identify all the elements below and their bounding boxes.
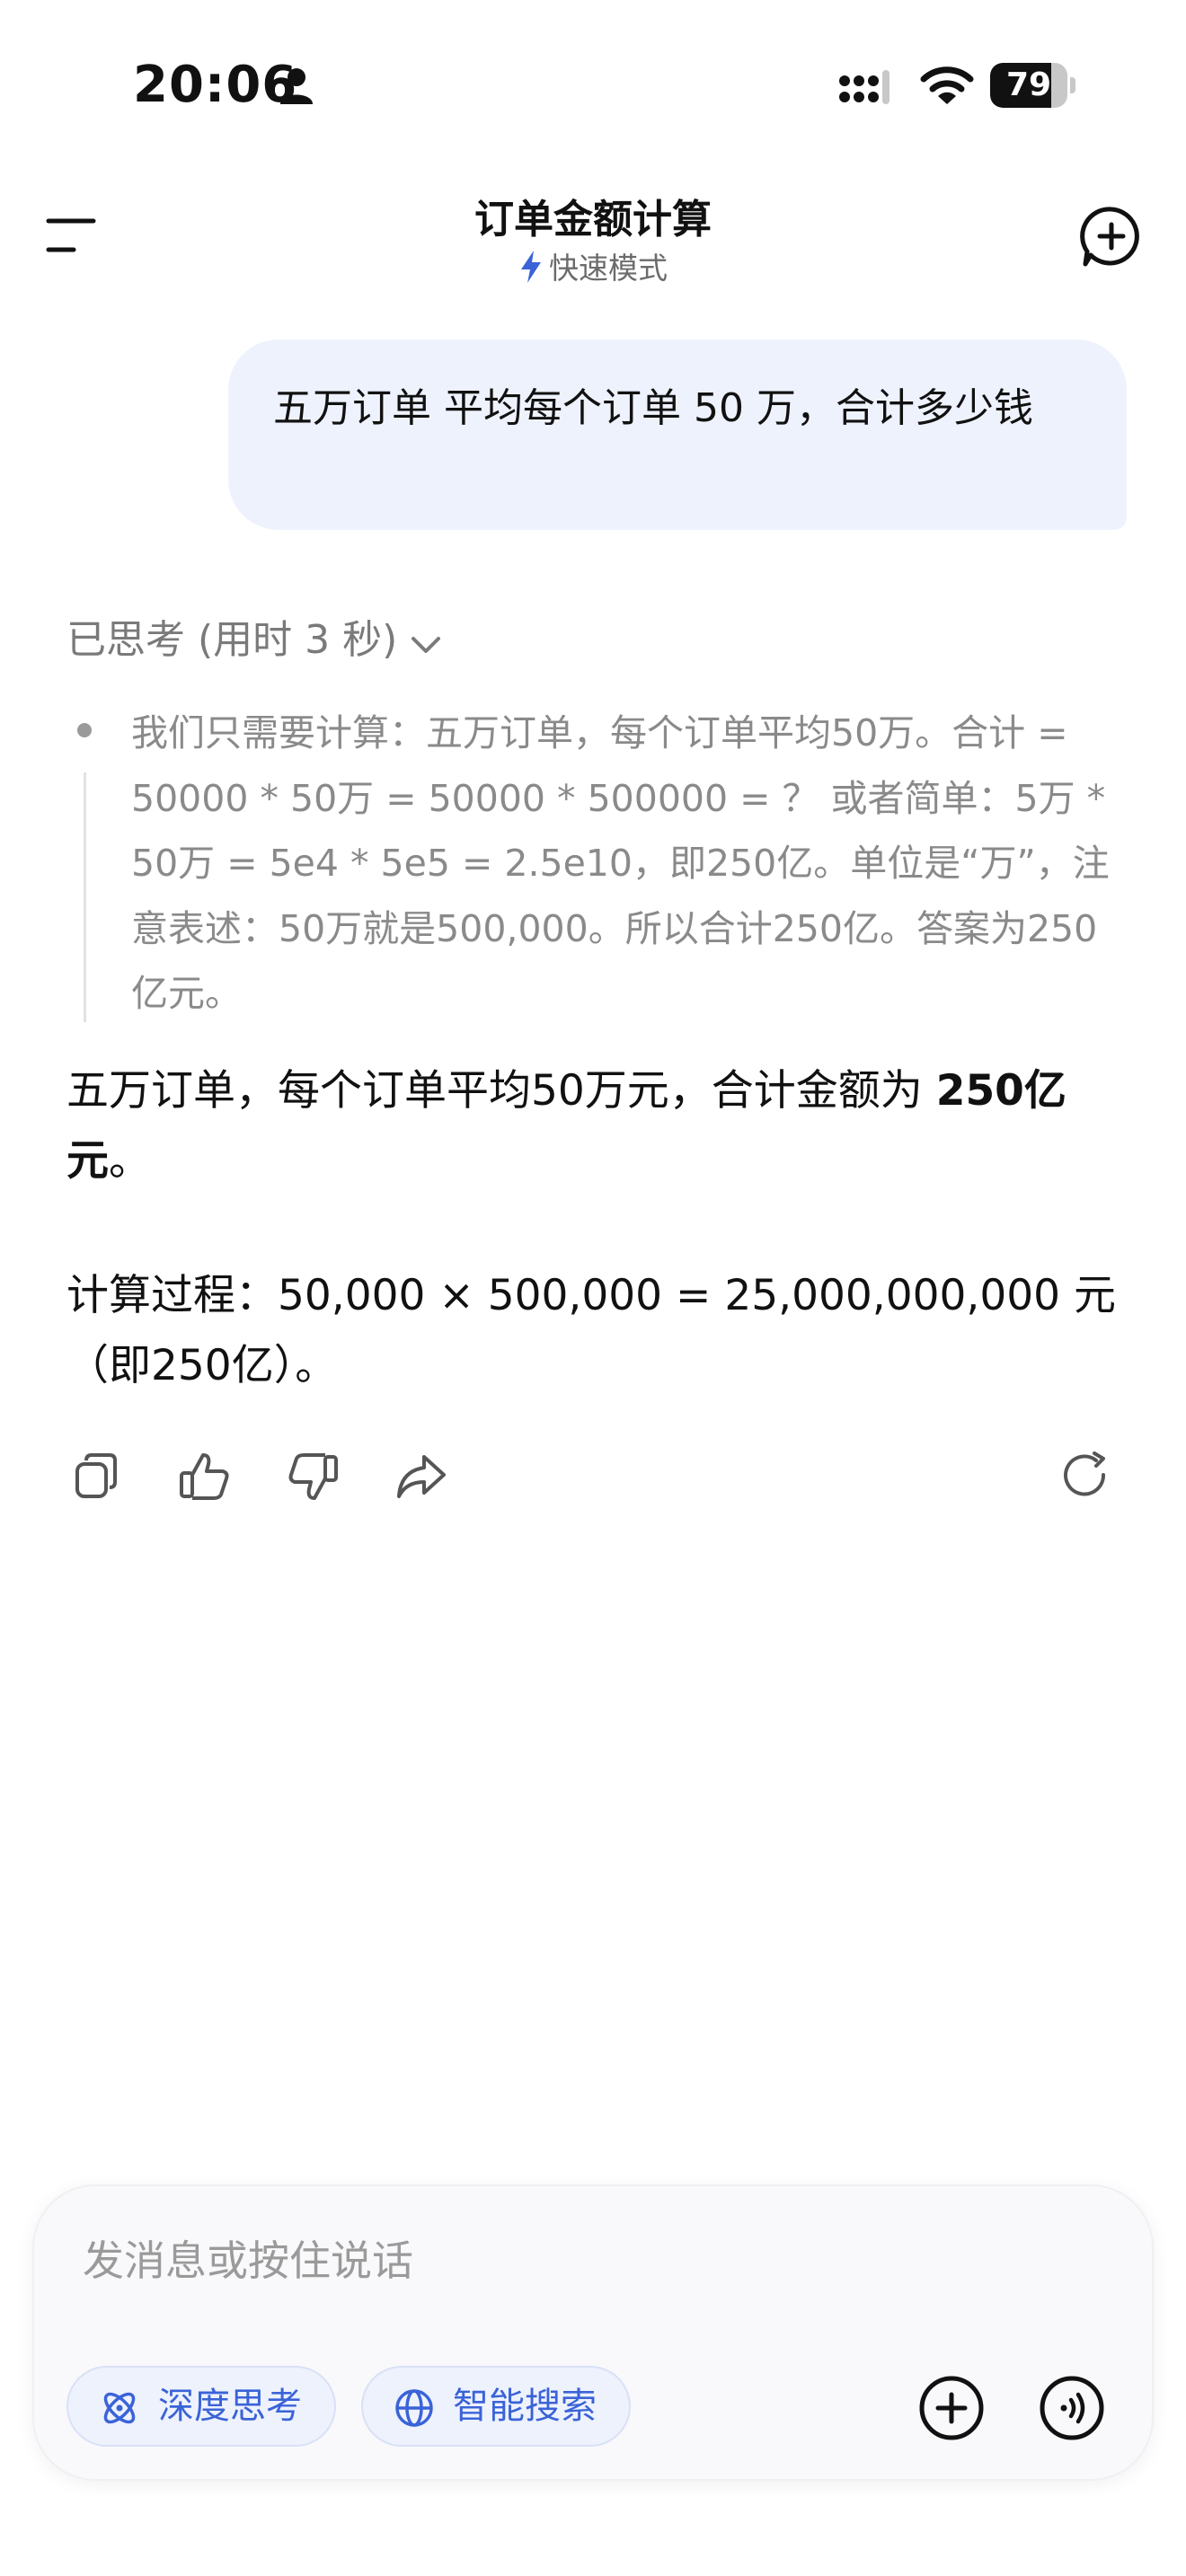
person-icon bbox=[280, 68, 313, 104]
wifi-icon bbox=[920, 66, 974, 104]
lightning-icon bbox=[521, 251, 541, 283]
user-message-text: 五万订单 平均每个订单 50 万，合计多少钱 bbox=[273, 385, 1033, 431]
assistant-answer: 五万订单，每个订单平均50万元，合计金额为 250亿元。 计算过程：50,000… bbox=[66, 1056, 1127, 1401]
thought-label: 已思考 (用时 3 秒) bbox=[66, 617, 398, 663]
user-message-bubble[interactable]: 五万订单 平均每个订单 50 万，合计多少钱 bbox=[228, 340, 1127, 530]
battery-indicator: 79 bbox=[990, 63, 1080, 108]
atom-icon bbox=[103, 2392, 136, 2424]
page-title: 订单金额计算 bbox=[474, 197, 712, 243]
mode-indicator[interactable]: 快速模式 bbox=[0, 244, 1186, 287]
deep-think-label: 深度思考 bbox=[158, 2386, 302, 2427]
copy-icon[interactable] bbox=[68, 1448, 126, 1505]
thought-text: 我们只需要计算：五万订单，每个订单平均50万。合计 = 50000 * 50万 … bbox=[131, 711, 1110, 1015]
message-input[interactable] bbox=[83, 2236, 891, 2285]
smart-search-label: 智能搜索 bbox=[453, 2386, 597, 2427]
cellular-signal-icon bbox=[839, 70, 890, 104]
thought-divider bbox=[84, 772, 86, 1022]
share-icon[interactable] bbox=[392, 1448, 449, 1505]
new-chat-icon[interactable] bbox=[1080, 205, 1143, 268]
answer-paragraph: 五万订单，每个订单平均50万元，合计金额为 250亿元。 bbox=[66, 1056, 1127, 1196]
chevron-down-icon bbox=[412, 637, 441, 653]
thought-toggle[interactable]: 已思考 (用时 3 秒) bbox=[66, 607, 444, 665]
smart-search-button[interactable]: 智能搜索 bbox=[361, 2366, 631, 2447]
globe-icon bbox=[395, 2389, 433, 2427]
regenerate-icon[interactable] bbox=[1057, 1448, 1114, 1505]
voice-call-icon[interactable] bbox=[1039, 2375, 1105, 2441]
thumbs-up-icon[interactable] bbox=[176, 1448, 234, 1505]
battery-percent: 79 bbox=[1005, 66, 1052, 103]
thumbs-down-icon[interactable] bbox=[284, 1448, 341, 1505]
answer-text-end: 。 bbox=[109, 1136, 151, 1186]
deep-think-button[interactable]: 深度思考 bbox=[66, 2366, 336, 2447]
calculation-paragraph: 计算过程：50,000 × 500,000 = 25,000,000,000 元… bbox=[66, 1271, 1117, 1390]
answer-text: 五万订单，每个订单平均50万元，合计金额为 bbox=[66, 1066, 936, 1116]
status-time: 20:06 bbox=[133, 56, 298, 114]
mode-label: 快速模式 bbox=[549, 251, 668, 286]
add-attachment-icon[interactable] bbox=[918, 2375, 985, 2441]
thought-bullet bbox=[77, 723, 92, 737]
message-composer: 深度思考 智能搜索 bbox=[32, 2184, 1154, 2481]
